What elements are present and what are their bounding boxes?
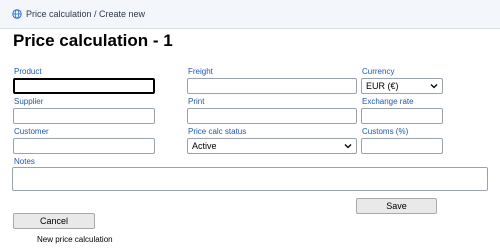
status-text: New price calculation [37,235,113,244]
price-calc-status-value: Active [192,141,217,151]
chevron-down-icon [344,143,352,149]
print-input[interactable] [187,108,357,124]
breadcrumb-text[interactable]: Price calculation / Create new [26,9,145,19]
chevron-down-icon [430,83,438,89]
print-label: Print [188,97,205,106]
exchange-rate-input[interactable] [361,108,443,124]
customer-input[interactable] [13,138,155,154]
price-calc-status-select[interactable]: Active [187,138,357,154]
currency-label: Currency [362,67,395,76]
save-button[interactable]: Save [356,198,437,214]
product-label: Product [14,67,42,76]
exchange-rate-label: Exchange rate [362,97,414,106]
freight-input[interactable] [187,78,357,94]
customer-label: Customer [14,127,49,136]
customs-label: Customs (%) [362,127,409,136]
currency-select[interactable]: EUR (€) [361,78,443,94]
breadcrumb: Price calculation / Create new [12,9,145,19]
supplier-label: Supplier [14,97,44,106]
freight-label: Freight [188,67,213,76]
notes-textarea[interactable] [12,167,488,191]
top-bar: Price calculation / Create new [0,0,500,29]
currency-value: EUR (€) [366,81,399,91]
customs-input[interactable] [361,138,443,154]
price-calc-status-label: Price calc status [188,127,247,136]
page-title: Price calculation - 1 [13,31,173,50]
product-input[interactable] [13,78,155,94]
globe-icon [12,9,22,19]
notes-label: Notes [14,157,35,166]
supplier-input[interactable] [13,108,155,124]
cancel-button[interactable]: Cancel [13,213,95,229]
